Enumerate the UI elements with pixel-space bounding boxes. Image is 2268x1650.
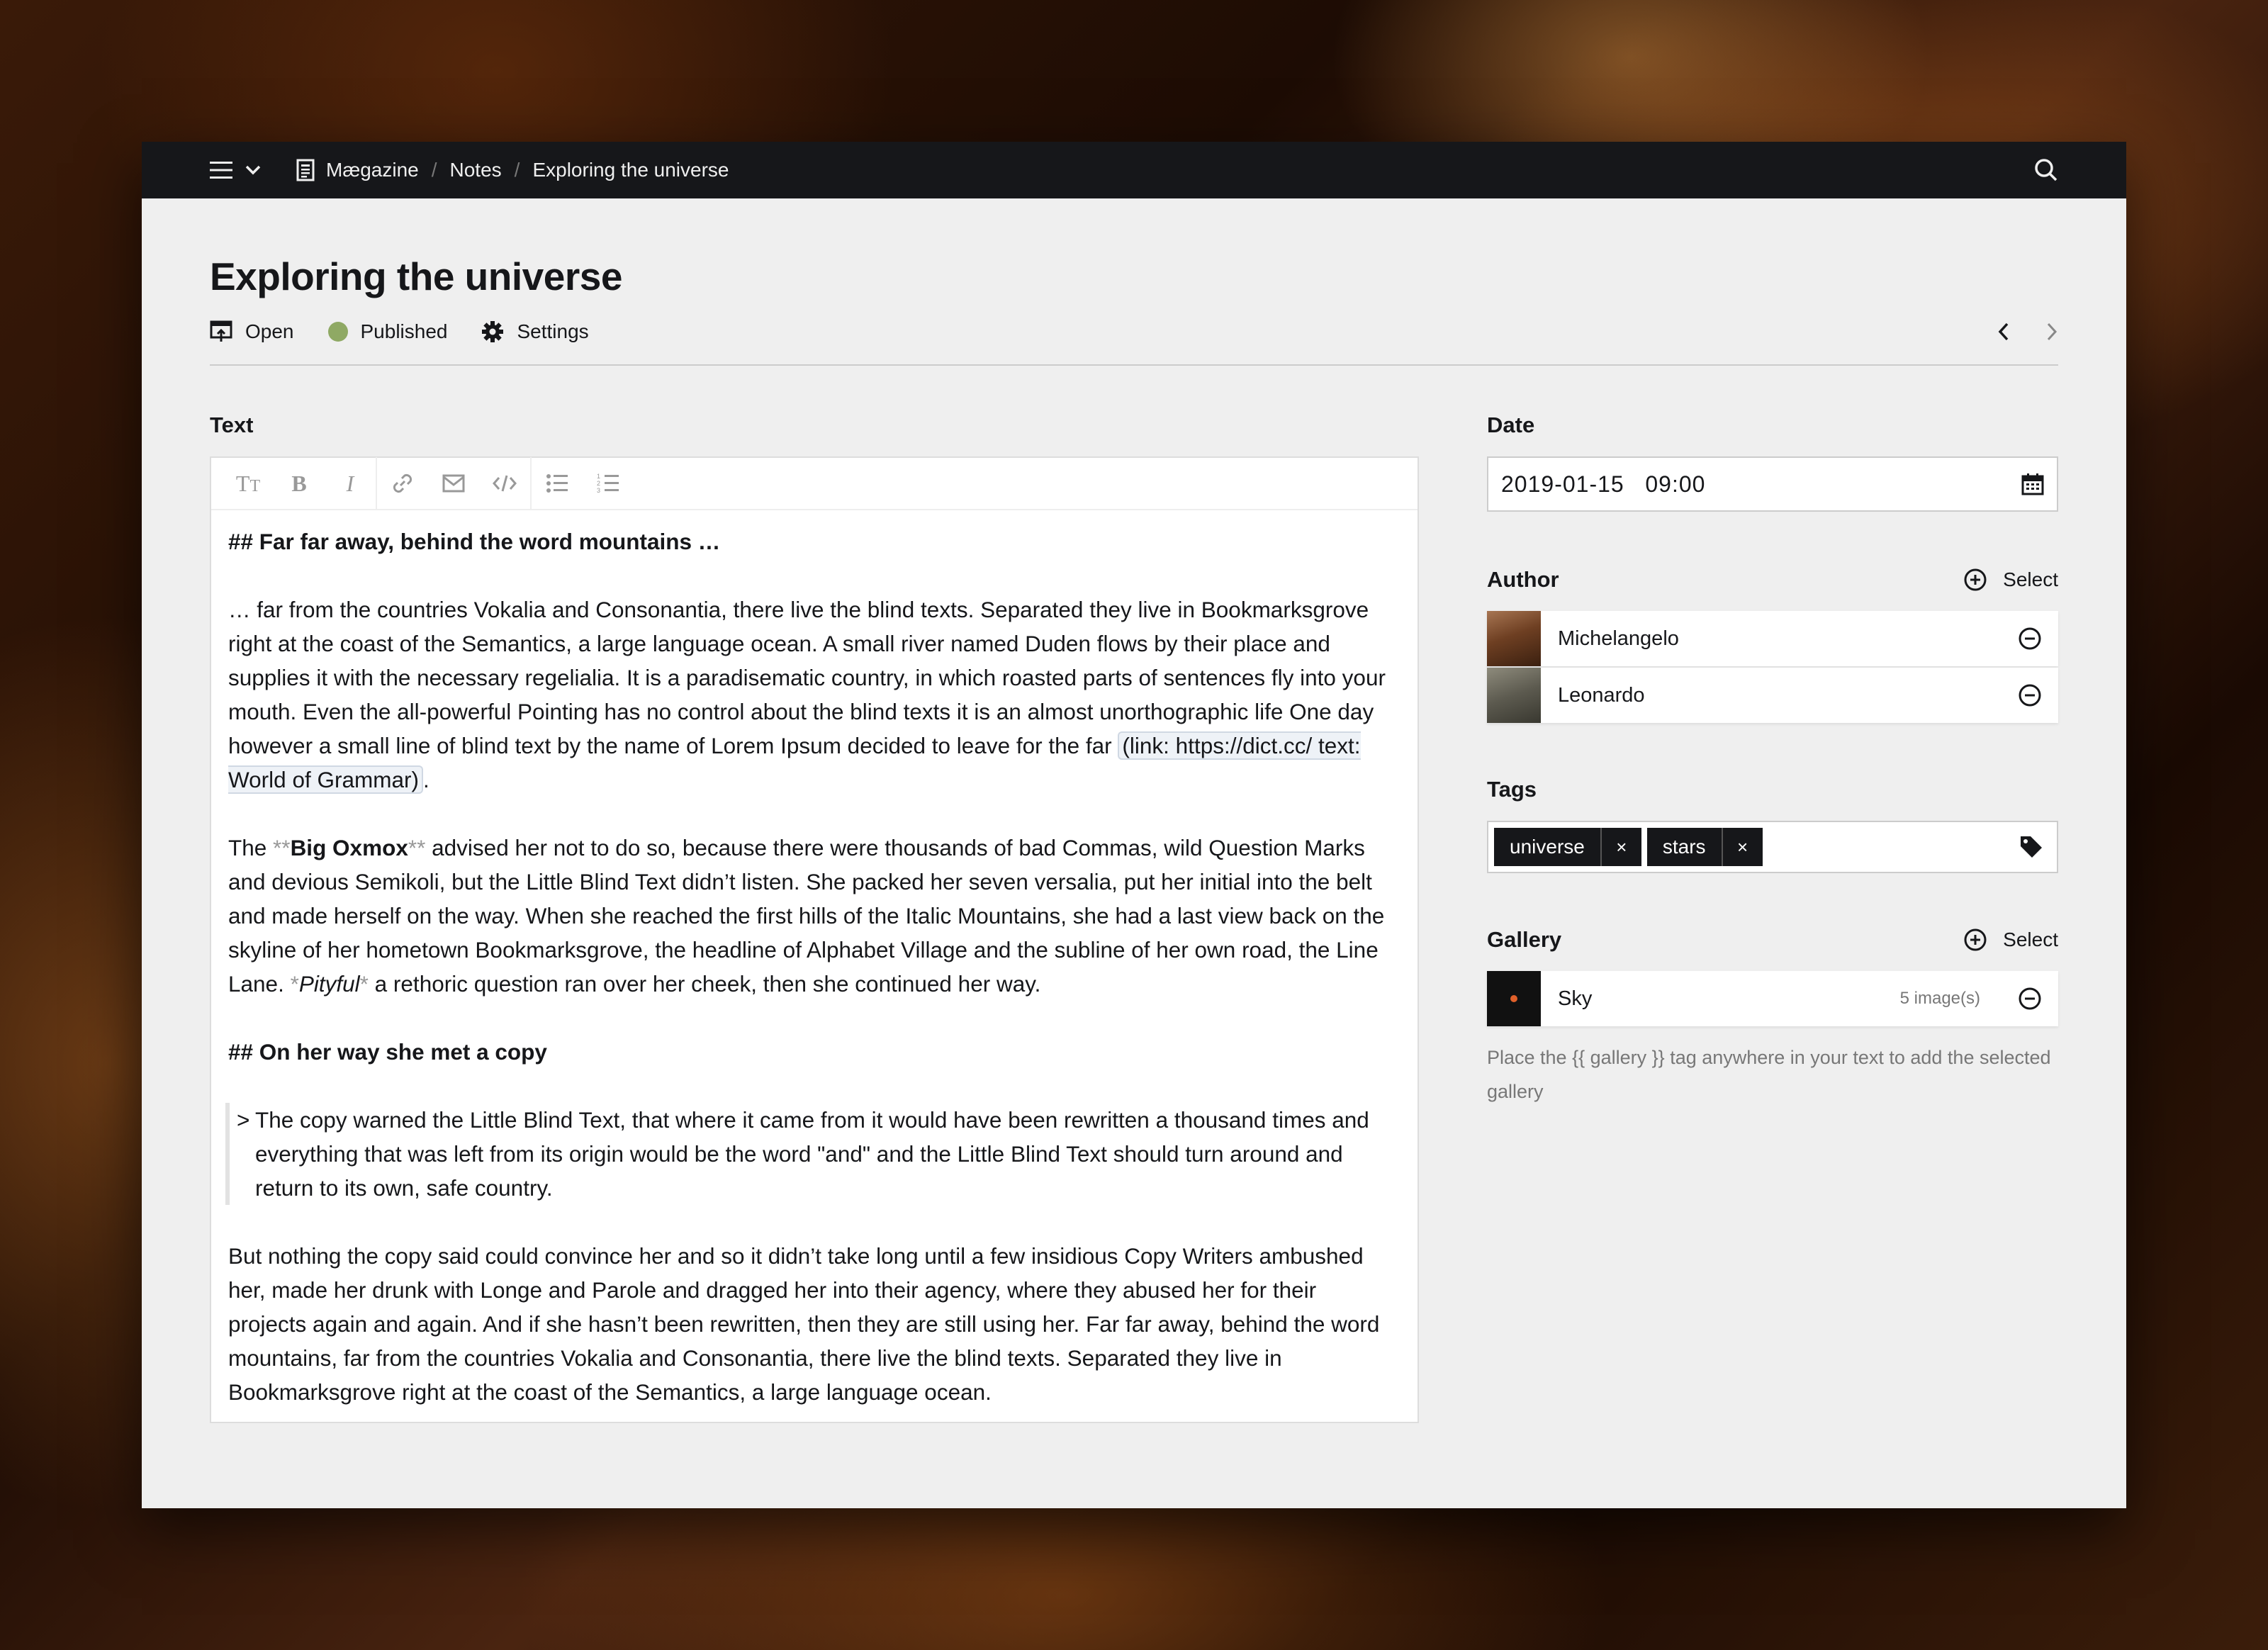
status-label: Published <box>360 320 448 342</box>
svg-text:1: 1 <box>597 473 600 480</box>
remove-circle-icon <box>2019 627 2041 650</box>
svg-text:2: 2 <box>597 480 600 487</box>
ordered-list-icon[interactable]: 123 <box>583 457 634 510</box>
chevron-down-icon <box>245 165 261 175</box>
status-button[interactable]: Published <box>327 320 448 343</box>
tag-universe[interactable]: universe × <box>1494 828 1641 866</box>
breadcrumb: Mægazine / Notes / Exploring the univers… <box>296 159 729 181</box>
add-circle-icon <box>1964 928 1987 951</box>
author-item-michelangelo[interactable]: Michelangelo <box>1487 611 2058 666</box>
author-name: Michelangelo <box>1558 627 1679 650</box>
breadcrumb-separator: / <box>514 159 520 181</box>
email-icon[interactable] <box>428 457 479 510</box>
remove-author-button[interactable] <box>2002 683 2058 707</box>
date-input[interactable]: 2019-01-15 09:00 <box>1487 456 2058 512</box>
breadcrumb-notes-label: Notes <box>449 159 502 181</box>
gallery-field-section: Gallery Select Sky 5 image(s) Place the … <box>1487 927 2058 1109</box>
breadcrumb-notes[interactable]: Notes <box>450 159 502 181</box>
add-circle-icon <box>1964 568 1987 591</box>
text-blockquote: > The copy warned the Little Blind Text, … <box>225 1103 1400 1205</box>
remove-author-button[interactable] <box>2002 627 2058 651</box>
text-paragraph-3: But nothing the copy said could convince… <box>228 1243 1380 1405</box>
gallery-field-label: Gallery <box>1487 927 1562 952</box>
chevron-left-icon[interactable] <box>1997 322 2010 342</box>
open-label: Open <box>245 320 294 342</box>
tag-remove-icon[interactable]: × <box>1721 828 1763 866</box>
svg-text:3: 3 <box>597 487 600 494</box>
date-field-section: Date 2019-01-15 09:00 <box>1487 412 2058 512</box>
author-select-button[interactable]: Select <box>1963 568 2058 592</box>
gallery-name: Sky <box>1558 987 1593 1010</box>
menu-toggle-button[interactable] <box>210 160 261 180</box>
author-field-section: Author Select Michelangelo Leonardo <box>1487 567 2058 723</box>
breadcrumb-site-label: Mægazine <box>326 159 419 181</box>
status-dot-icon <box>327 322 348 342</box>
date-value: 2019-01-15 09:00 <box>1501 471 1706 497</box>
settings-label: Settings <box>517 320 589 342</box>
remove-circle-icon <box>2019 987 2041 1010</box>
breadcrumb-separator: / <box>431 159 437 181</box>
panel-window: Mægazine / Notes / Exploring the univers… <box>142 142 2126 1508</box>
open-preview-icon <box>210 320 232 342</box>
author-field-label: Author <box>1487 567 1559 592</box>
breadcrumb-site[interactable]: Mægazine <box>296 159 419 181</box>
author-select-label: Select <box>2003 568 2058 590</box>
breadcrumb-current[interactable]: Exploring the universe <box>532 159 729 181</box>
topbar: Mægazine / Notes / Exploring the univers… <box>142 142 2126 198</box>
title-icon[interactable]: TT <box>223 457 274 510</box>
gallery-thumbnail <box>1487 971 1541 1026</box>
search-icon[interactable] <box>2034 158 2058 182</box>
page-options: Open Published Settings <box>210 320 2058 366</box>
textarea-editor[interactable]: TT B I 1 2 3 ## Far far away, behind the… <box>210 456 1419 1423</box>
author-item-leonardo[interactable]: Leonardo <box>1487 668 2058 723</box>
avatar <box>1487 668 1541 723</box>
remove-gallery-button[interactable] <box>2002 987 2058 1011</box>
date-field-label: Date <box>1487 412 1535 437</box>
prev-next-pager <box>1997 322 2058 342</box>
textarea-content[interactable]: ## Far far away, behind the word mountai… <box>211 510 1418 1422</box>
bold-icon[interactable]: B <box>274 457 325 510</box>
tag-label: universe <box>1510 836 1585 858</box>
settings-button[interactable]: Settings <box>481 320 589 343</box>
author-name: Leonardo <box>1558 683 1645 707</box>
italic-icon[interactable]: I <box>325 457 376 510</box>
gallery-image-count: 5 image(s) <box>1899 989 1980 1008</box>
tags-input[interactable]: universe × stars × <box>1487 821 2058 873</box>
avatar <box>1487 611 1541 666</box>
remove-circle-icon <box>2019 684 2041 707</box>
tags-field-label: Tags <box>1487 777 1537 802</box>
open-button[interactable]: Open <box>210 320 294 343</box>
tag-remove-icon[interactable]: × <box>1600 828 1641 866</box>
link-icon[interactable] <box>377 457 428 510</box>
tag-icon <box>2021 836 2042 858</box>
page-title: Exploring the universe <box>210 254 622 298</box>
sidebar-fields: Date 2019-01-15 09:00 Author Select Mich… <box>1487 412 2058 1423</box>
tag-label: stars <box>1662 836 1706 858</box>
text-heading-1: ## Far far away, behind the word mountai… <box>228 529 721 554</box>
breadcrumb-current-label: Exploring the universe <box>532 159 729 181</box>
tag-stars[interactable]: stars × <box>1646 828 1763 866</box>
tags-field-section: Tags universe × stars × <box>1487 777 2058 873</box>
page-icon <box>296 159 315 181</box>
textarea-toolbar: TT B I 1 2 3 <box>211 457 1418 510</box>
gear-icon <box>482 321 504 342</box>
gallery-item-sky[interactable]: Sky 5 image(s) <box>1487 971 2058 1026</box>
hamburger-icon <box>210 162 232 179</box>
text-field-label: Text <box>210 412 254 437</box>
gallery-select-label: Select <box>2003 928 2058 950</box>
chevron-right-icon[interactable] <box>2045 322 2058 342</box>
text-heading-2: ## On her way she met a copy <box>228 1039 547 1065</box>
text-paragraph-2: The **Big Oxmox** advised her not to do … <box>228 835 1385 997</box>
code-icon[interactable] <box>479 457 530 510</box>
text-field-section: Text TT B I 1 2 3 ## Far far away, behin… <box>210 412 1419 1423</box>
calendar-icon[interactable] <box>2021 473 2044 495</box>
text-paragraph-1: … far from the countries Vokalia and Con… <box>228 597 1386 794</box>
bullet-list-icon[interactable] <box>532 457 583 510</box>
gallery-help-text: Place the {{ gallery }} tag anywhere in … <box>1487 1047 2051 1102</box>
gallery-select-button[interactable]: Select <box>1963 928 2058 952</box>
